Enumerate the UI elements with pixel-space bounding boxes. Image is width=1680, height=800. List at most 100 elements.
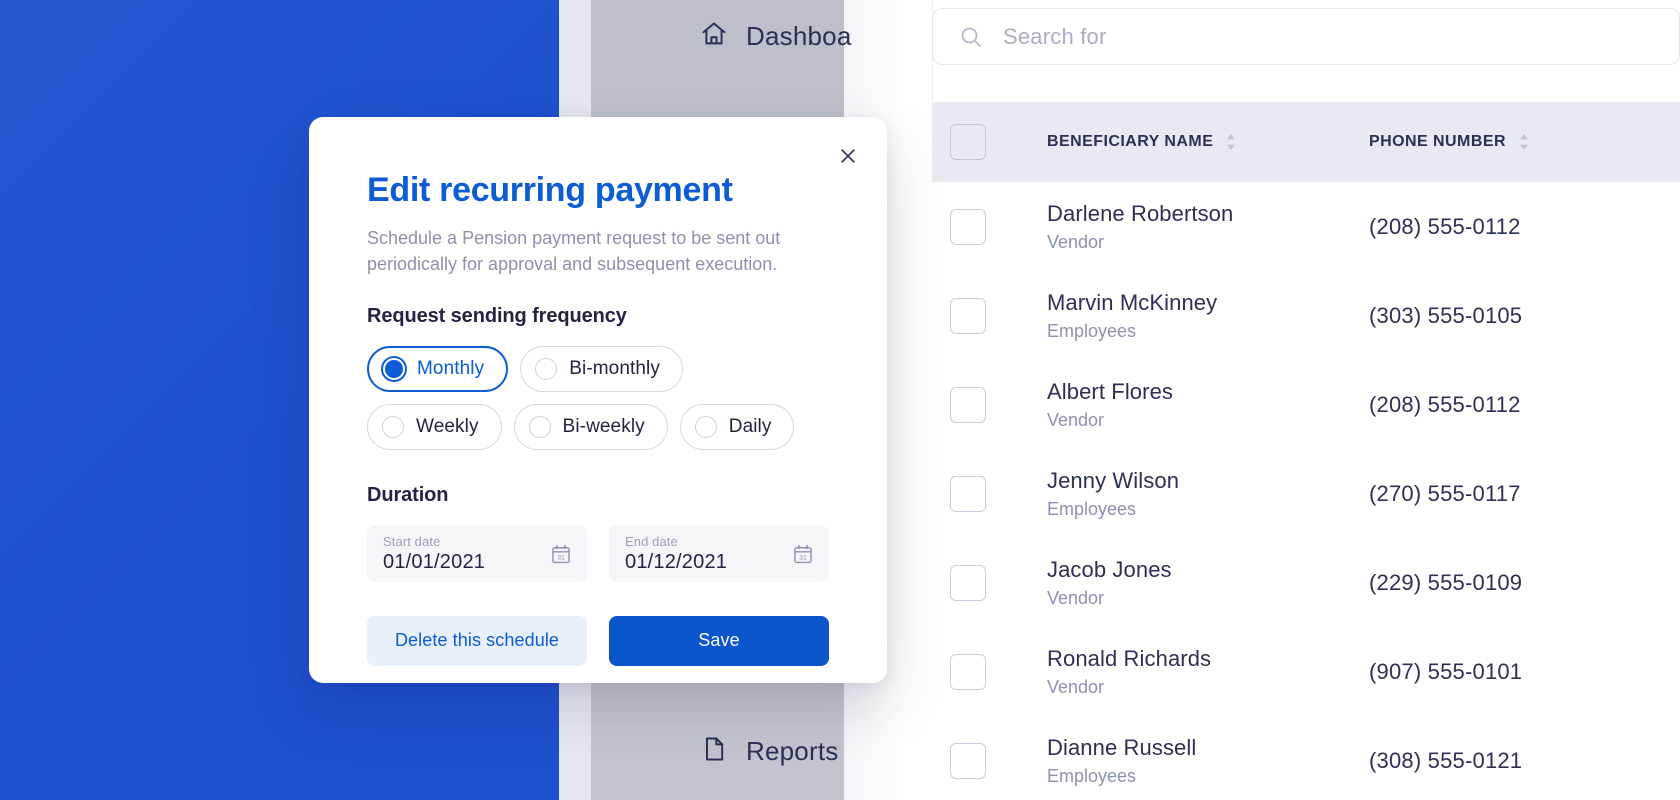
sort-icon[interactable] (1518, 132, 1530, 152)
radio-icon[interactable] (383, 357, 405, 380)
home-icon (700, 20, 728, 53)
phone-number-cell: (308) 555-0121 (1369, 748, 1680, 774)
beneficiary-table: BENEFICIARY NAME PHONE NUMBER Darlene Ro… (932, 102, 1680, 800)
table-body: Darlene Robertson Vendor (208) 555-0112 Mar… (932, 182, 1680, 800)
phone-number-cell: (907) 555-0101 (1369, 659, 1680, 685)
svg-text:31: 31 (557, 555, 565, 562)
frequency-option-label: Bi-weekly (562, 415, 645, 437)
nav-item-dashboard[interactable]: Dashboa (700, 20, 851, 53)
row-checkbox[interactable] (950, 475, 986, 512)
search-placeholder: Search for (1003, 23, 1107, 49)
beneficiary-name: Jenny Wilson (1047, 467, 1180, 493)
modal-actions: Delete this schedule Save (367, 615, 829, 666)
row-checkbox[interactable] (950, 742, 986, 779)
frequency-option-bi-monthly[interactable]: Bi-monthly (520, 345, 683, 392)
beneficiary-role: Employees (1047, 765, 1137, 786)
row-select-cell[interactable] (932, 742, 1047, 779)
table-row[interactable]: Albert Flores Vendor (208) 555-0112 (932, 360, 1680, 449)
frequency-option-label: Bi-monthly (569, 357, 660, 379)
search-icon (959, 25, 983, 49)
select-all-checkbox[interactable] (950, 124, 986, 160)
column-header-phone-label: PHONE NUMBER (1369, 133, 1506, 150)
search-input[interactable]: Search for (932, 8, 1680, 65)
duration-heading: Duration (367, 483, 449, 506)
row-checkbox[interactable] (950, 297, 986, 334)
row-select-cell[interactable] (932, 386, 1047, 423)
beneficiary-role: Vendor (1047, 409, 1105, 430)
frequency-option-label: Daily (728, 415, 772, 437)
phone-number-cell: (303) 555-0105 (1369, 303, 1680, 329)
close-button[interactable] (831, 139, 865, 173)
row-checkbox[interactable] (950, 653, 986, 690)
select-all-cell[interactable] (932, 124, 1047, 160)
frequency-option-label: Weekly (416, 415, 479, 437)
beneficiary-role: Employees (1047, 498, 1137, 519)
phone-number: (308) 555-0121 (1369, 747, 1523, 773)
sort-icon[interactable] (1225, 132, 1237, 152)
table-row[interactable]: Jenny Wilson Employees (270) 555-0117 (932, 449, 1680, 538)
row-checkbox[interactable] (950, 208, 986, 245)
table-row[interactable]: Dianne Russell Employees (308) 555-0121 (932, 716, 1680, 800)
nav-item-reports[interactable]: Reports (700, 735, 838, 768)
app-screen: Dashboa Reports Search for BENEFICIARY N… (0, 0, 1680, 800)
row-select-cell[interactable] (932, 208, 1047, 245)
calendar-icon[interactable]: 31 (792, 543, 814, 565)
end-date-value: 01/12/2021 (625, 550, 728, 573)
row-checkbox[interactable] (950, 386, 986, 423)
end-date-caption: End date (625, 533, 678, 549)
frequency-option-daily[interactable]: Daily (679, 403, 795, 450)
table-header-row: BENEFICIARY NAME PHONE NUMBER (932, 102, 1680, 182)
row-select-cell[interactable] (932, 475, 1047, 512)
svg-text:31: 31 (799, 555, 807, 562)
table-row[interactable]: Marvin McKinney Employees (303) 555-0105 (932, 271, 1680, 360)
start-date-caption: Start date (383, 533, 441, 549)
duration-fields: Start date 01/01/2021 31 End date 01/12/… (367, 524, 829, 582)
phone-number: (208) 555-0112 (1369, 213, 1521, 239)
beneficiary-name: Jacob Jones (1047, 556, 1172, 582)
row-select-cell[interactable] (932, 297, 1047, 334)
row-checkbox[interactable] (950, 564, 986, 601)
table-row[interactable]: Jacob Jones Vendor (229) 555-0109 (932, 538, 1680, 627)
beneficiary-role: Employees (1047, 320, 1137, 341)
phone-number: (229) 555-0109 (1369, 569, 1523, 595)
beneficiary-role: Vendor (1047, 587, 1105, 608)
frequency-option-bi-weekly[interactable]: Bi-weekly (513, 403, 668, 450)
beneficiary-role: Vendor (1047, 231, 1105, 252)
beneficiary-name-cell: Dianne Russell Employees (1047, 735, 1369, 787)
phone-number-cell: (270) 555-0117 (1369, 481, 1680, 507)
beneficiary-name-cell: Marvin McKinney Employees (1047, 290, 1369, 342)
nav-item-dashboard-label: Dashboa (746, 21, 852, 51)
search-bar[interactable]: Search for (932, 8, 1680, 65)
save-button[interactable]: Save (609, 615, 829, 666)
calendar-icon[interactable]: 31 (550, 543, 572, 565)
end-date-field[interactable]: End date 01/12/2021 31 (609, 524, 829, 582)
phone-number: (303) 555-0105 (1369, 302, 1523, 328)
radio-icon[interactable] (382, 415, 404, 438)
phone-number-cell: (229) 555-0109 (1369, 570, 1680, 596)
frequency-option-weekly[interactable]: Weekly (367, 403, 502, 450)
beneficiary-name-cell: Darlene Robertson Vendor (1047, 201, 1369, 253)
row-select-cell[interactable] (932, 653, 1047, 690)
beneficiary-name-cell: Jacob Jones Vendor (1047, 557, 1369, 609)
phone-number: (270) 555-0117 (1369, 480, 1521, 506)
start-date-field[interactable]: Start date 01/01/2021 31 (367, 524, 587, 582)
radio-icon[interactable] (535, 357, 558, 380)
phone-number: (907) 555-0101 (1369, 658, 1523, 684)
radio-icon[interactable] (528, 415, 551, 438)
frequency-option-monthly[interactable]: Monthly (367, 345, 509, 392)
start-date-value: 01/01/2021 (383, 550, 486, 573)
column-header-phone[interactable]: PHONE NUMBER (1369, 132, 1680, 152)
delete-schedule-button[interactable]: Delete this schedule (367, 615, 587, 666)
column-header-name[interactable]: BENEFICIARY NAME (1047, 132, 1369, 152)
edit-recurring-payment-modal: Edit recurring payment Schedule a Pensio… (309, 117, 887, 683)
beneficiary-name: Dianne Russell (1047, 734, 1197, 760)
beneficiary-name-cell: Albert Flores Vendor (1047, 379, 1369, 431)
table-row[interactable]: Ronald Richards Vendor (907) 555-0101 (932, 627, 1680, 716)
nav-item-reports-label: Reports (746, 736, 839, 766)
radio-icon[interactable] (694, 415, 717, 438)
table-row[interactable]: Darlene Robertson Vendor (208) 555-0112 (932, 182, 1680, 271)
modal-title: Edit recurring payment (367, 171, 733, 209)
modal-subtitle: Schedule a Pension payment request to be… (367, 227, 781, 274)
row-select-cell[interactable] (932, 564, 1047, 601)
beneficiary-name: Darlene Robertson (1047, 200, 1234, 226)
